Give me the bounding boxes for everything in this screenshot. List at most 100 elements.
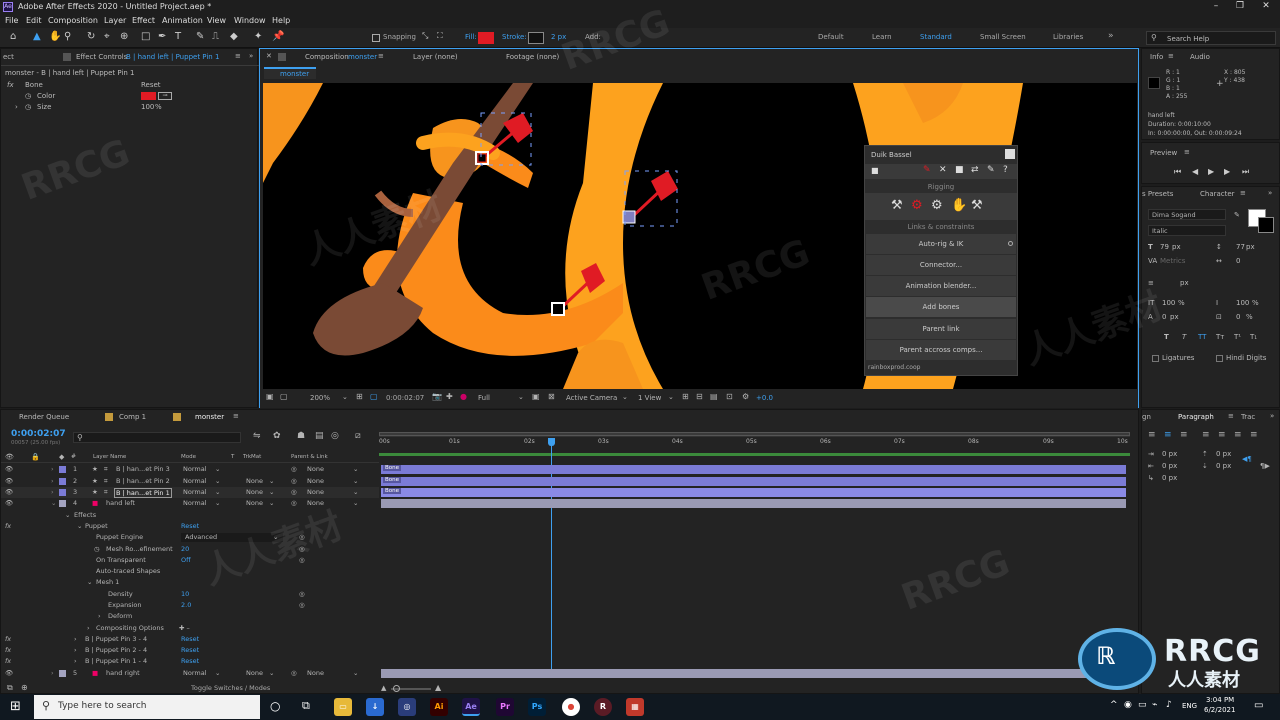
- playhead-handle[interactable]: [548, 438, 555, 446]
- duik-auto-rig-button[interactable]: Auto-rig & IK: [866, 234, 1016, 254]
- mask-visibility-icon[interactable]: ▢: [370, 392, 378, 401]
- compositing-add-icon[interactable]: ✚ –: [179, 624, 190, 632]
- on-transparent-value[interactable]: Off: [181, 556, 191, 564]
- layer4-parent[interactable]: None: [307, 499, 324, 507]
- transparency-grid-icon[interactable]: ⊠: [548, 392, 555, 401]
- layer5-pickwhip-icon[interactable]: ◎: [291, 669, 297, 677]
- preview-always-icon[interactable]: ▣: [266, 392, 274, 401]
- space-after-value[interactable]: 0 px: [1216, 462, 1231, 470]
- layer2-trkmat-dropdown-icon[interactable]: ⌄: [269, 477, 274, 485]
- layer1-mode[interactable]: Normal: [183, 465, 207, 473]
- justify-left-icon[interactable]: ≡: [1202, 430, 1210, 440]
- layer4-parent-dropdown-icon[interactable]: ⌄: [353, 499, 358, 507]
- info-menu-icon[interactable]: ≡: [1168, 52, 1174, 60]
- composition-tab[interactable]: Composition: [305, 53, 349, 61]
- effects-presets-tab[interactable]: s Presets: [1142, 190, 1173, 198]
- composition-tab-name[interactable]: monster: [348, 53, 377, 61]
- camera-tool-icon[interactable]: ⌖: [104, 31, 110, 42]
- layer4-label-color[interactable]: [59, 500, 66, 507]
- pin2-expand-icon[interactable]: ›: [74, 646, 77, 654]
- prop-on-transparent[interactable]: On Transparent Off ◎: [1, 555, 379, 566]
- character-menu-icon[interactable]: ≡: [1240, 189, 1246, 197]
- comp-mini-flowchart-icon[interactable]: ⇋: [253, 431, 261, 441]
- layer5-name[interactable]: hand right: [106, 669, 140, 677]
- menu-composition[interactable]: Composition: [48, 16, 98, 25]
- app-icon-red[interactable]: R: [594, 698, 612, 716]
- density-value[interactable]: 10: [181, 590, 189, 598]
- effect-controls-layer[interactable]: B | hand left | Puppet Pin 1: [126, 53, 219, 61]
- puppet-reset-link[interactable]: Reset: [181, 522, 199, 530]
- zoom-slider[interactable]: [391, 685, 431, 692]
- menu-edit[interactable]: Edit: [26, 16, 42, 25]
- horizontal-scale-value[interactable]: 100: [1236, 299, 1249, 307]
- indent-right-value[interactable]: 0 px: [1162, 462, 1177, 470]
- deform-expand-icon[interactable]: ›: [98, 612, 101, 620]
- toggle-transfer-icon[interactable]: ⊕: [21, 683, 28, 692]
- parent-header[interactable]: Parent & Link: [291, 454, 328, 460]
- layer4-mode[interactable]: Normal: [183, 499, 207, 507]
- snapping-checkbox[interactable]: [372, 34, 380, 42]
- pin3-expand-icon[interactable]: ›: [74, 635, 77, 643]
- minimize-button[interactable]: –: [1206, 1, 1226, 11]
- all-caps-icon[interactable]: TT: [1198, 333, 1206, 341]
- toggle-pixel-icon[interactable]: ⊞: [682, 392, 689, 401]
- layer1-parent[interactable]: None: [307, 465, 324, 473]
- exposure-reset-icon[interactable]: ⚙: [742, 392, 749, 401]
- menu-effect[interactable]: Effect: [132, 16, 155, 25]
- layer5-track-bar[interactable]: [381, 669, 1126, 678]
- workspace-default[interactable]: Default: [818, 33, 844, 41]
- duik-help-icon[interactable]: ?: [1003, 165, 1008, 175]
- layer4-trkmat[interactable]: None: [246, 499, 263, 507]
- superscript-icon[interactable]: T¹: [1234, 333, 1241, 341]
- space-before-value[interactable]: 0 px: [1216, 450, 1231, 458]
- baseline-shift-value[interactable]: 0: [1162, 313, 1166, 321]
- compositing-expand-icon[interactable]: ›: [87, 624, 90, 632]
- layer2-expand-icon[interactable]: ›: [51, 477, 54, 485]
- home-icon[interactable]: ⌂: [10, 31, 16, 42]
- tracker-tab[interactable]: Trac: [1241, 413, 1255, 421]
- layer5-trkmat-dropdown-icon[interactable]: ⌄: [269, 669, 274, 677]
- leading-value[interactable]: 77: [1236, 243, 1245, 251]
- zoom-level[interactable]: 200%: [310, 394, 330, 402]
- puppet-fx-icon[interactable]: fx: [5, 522, 11, 530]
- pin2-fx-icon[interactable]: fx: [5, 646, 11, 654]
- layer2-parent-dropdown-icon[interactable]: ⌄: [353, 477, 358, 485]
- pin3-reset-link[interactable]: Reset: [181, 635, 199, 643]
- comp-lock-icon[interactable]: [278, 53, 286, 61]
- paragraph-menu-icon[interactable]: ≡: [1228, 412, 1234, 420]
- puppet-engine-dropdown-icon[interactable]: ⌄: [273, 533, 278, 541]
- app-icon-circle[interactable]: ◎: [398, 698, 416, 716]
- prop-density[interactable]: Density 10 ◎: [1, 589, 379, 600]
- layer-row-3[interactable]: 👁 › 3 ★ ⌗ B | han...et Pin 1 Normal ⌄ No…: [1, 487, 379, 498]
- layer3-expand-icon[interactable]: ›: [51, 488, 54, 496]
- snap-grid-icon[interactable]: ⛶: [437, 31, 443, 41]
- illustrator-icon[interactable]: Ai: [430, 698, 448, 716]
- character-tab[interactable]: Character: [1200, 190, 1235, 198]
- view-dropdown-icon[interactable]: ⌄: [668, 393, 674, 401]
- target-region-icon[interactable]: ▣: [532, 392, 540, 401]
- flowchart-icon[interactable]: ⊡: [726, 392, 733, 401]
- comp-breadcrumb[interactable]: monster: [264, 67, 316, 79]
- justify-all-icon[interactable]: ≡: [1250, 430, 1258, 440]
- duik-swap-icon[interactable]: ⇄: [971, 165, 979, 175]
- panel-menu-icon[interactable]: ≡: [235, 52, 241, 60]
- cortana-icon[interactable]: ○: [270, 699, 280, 713]
- ligatures-checkbox[interactable]: [1152, 355, 1159, 362]
- layer5-trkmat[interactable]: None: [246, 669, 263, 677]
- comp1-tab[interactable]: Comp 1: [119, 413, 146, 421]
- frame-blending-icon[interactable]: ▤: [315, 431, 324, 441]
- layer2-pickwhip-icon[interactable]: ◎: [291, 477, 297, 485]
- mesh-ref-value[interactable]: 20: [181, 545, 189, 553]
- faux-italic-icon[interactable]: T: [1182, 333, 1186, 341]
- layer2-mode-dropdown-icon[interactable]: ⌄: [215, 477, 220, 485]
- prop-pin-1[interactable]: fx › B | Puppet Pin 1 - 4 Reset: [1, 656, 379, 667]
- align-tab[interactable]: gn: [1142, 413, 1151, 421]
- font-family-select[interactable]: Dima Sogand: [1148, 209, 1226, 220]
- layer3-mode-dropdown-icon[interactable]: ⌄: [215, 488, 220, 496]
- stopwatch-icon[interactable]: ◷: [25, 92, 31, 100]
- duik-parent-across-button[interactable]: Parent accross comps...: [866, 340, 1016, 360]
- layer-row-2[interactable]: 👁 › 2 ★ ⌗ B | han...et Pin 2 Normal ⌄ No…: [1, 476, 379, 487]
- direction-ltr-icon[interactable]: ◀¶: [1242, 455, 1252, 463]
- zoom-slider-handle[interactable]: [393, 685, 400, 692]
- font-size-value[interactable]: 79: [1160, 243, 1169, 251]
